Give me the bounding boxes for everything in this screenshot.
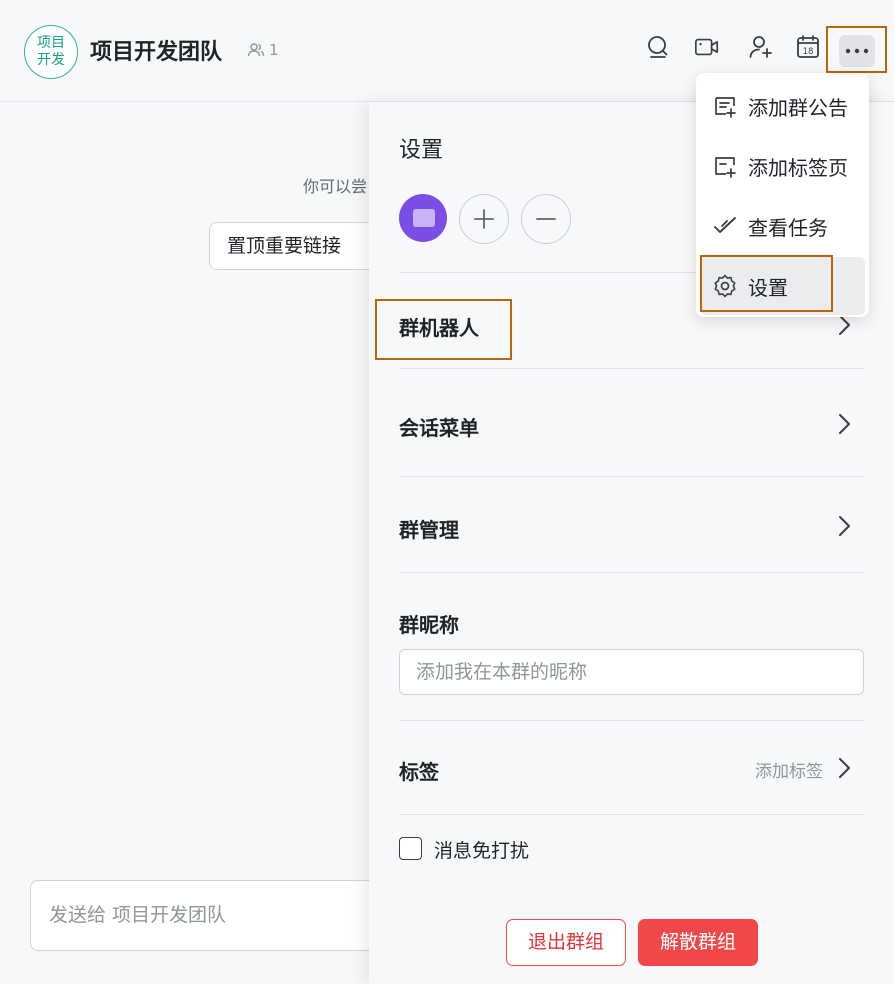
chat-hint-text: 你可以尝 (303, 177, 368, 196)
add-member-circle-button[interactable] (459, 194, 509, 244)
more-button[interactable] (839, 35, 875, 67)
member-count-value: 1 (269, 41, 279, 59)
more-icon (845, 48, 869, 54)
group-nickname-input[interactable]: 添加我在本群的昵称 (399, 649, 864, 695)
do-not-disturb-checkbox[interactable] (399, 837, 422, 860)
session-menu-label: 会话菜单 (399, 416, 479, 440)
menu-item-add-tab[interactable]: 添加标签页 (696, 137, 869, 195)
do-not-disturb-label: 消息免打扰 (434, 840, 530, 862)
group-nickname-label: 群昵称 (399, 613, 459, 637)
add-member-icon[interactable] (748, 34, 774, 60)
leave-group-button[interactable]: 退出群组 (506, 919, 626, 966)
message-input[interactable]: 发送给 项目开发团队 (30, 880, 390, 951)
menu-item-label: 添加群公告 (748, 95, 848, 120)
add-tab-icon (712, 153, 738, 179)
members-icon (247, 43, 265, 57)
menu-item-label: 查看任务 (748, 215, 828, 240)
pin-important-link-button[interactable]: 置顶重要链接 (209, 222, 379, 270)
gear-icon (712, 273, 738, 299)
remove-member-circle-button[interactable] (521, 194, 571, 244)
calendar-icon[interactable]: 18 (795, 34, 821, 60)
more-dropdown-menu: 添加群公告 添加标签页 查看任务 设置 (696, 73, 869, 317)
add-tag-link[interactable]: 添加标签 (755, 757, 823, 782)
menu-item-label: 设置 (748, 275, 788, 300)
group-manage-label: 群管理 (399, 518, 459, 542)
menu-item-view-tasks[interactable]: 查看任务 (696, 197, 869, 255)
chevron-right-icon (839, 315, 850, 335)
group-bots-label: 群机器人 (399, 316, 479, 340)
chevron-right-icon (839, 414, 850, 434)
member-count[interactable]: 1 (247, 41, 279, 59)
settings-title: 设置 (399, 138, 444, 163)
chevron-right-icon (839, 516, 850, 536)
avatar-text-line2: 开发 (37, 52, 65, 68)
divider (399, 368, 864, 369)
search-icon[interactable] (645, 34, 671, 60)
avatar-text-line1: 项目 (37, 35, 65, 51)
dissolve-group-button[interactable]: 解散群组 (638, 919, 758, 966)
divider (399, 476, 864, 477)
tags-label: 标签 (399, 760, 439, 784)
group-avatar[interactable]: 项目 开发 (24, 25, 78, 79)
plus-icon (474, 209, 494, 229)
menu-item-label: 添加标签页 (748, 155, 848, 180)
task-check-icon (712, 213, 738, 239)
calendar-day: 18 (803, 47, 814, 57)
minus-icon (536, 218, 556, 220)
divider (399, 720, 864, 721)
menu-item-add-announcement[interactable]: 添加群公告 (696, 77, 869, 135)
announcement-icon (712, 93, 738, 119)
group-title[interactable]: 项目开发团队 (90, 34, 222, 66)
menu-item-settings[interactable]: 设置 (700, 257, 865, 315)
divider (399, 814, 864, 815)
chevron-right-icon (839, 758, 850, 778)
member-avatar[interactable] (399, 194, 447, 242)
divider (399, 572, 864, 573)
video-call-icon[interactable] (694, 34, 720, 60)
